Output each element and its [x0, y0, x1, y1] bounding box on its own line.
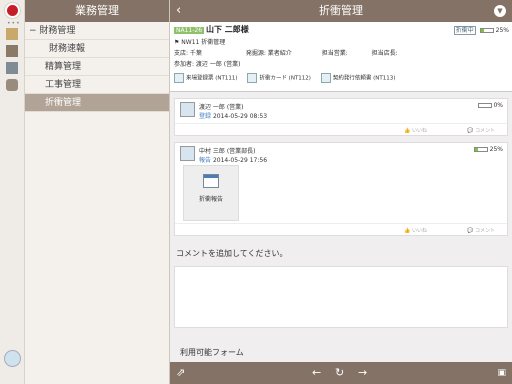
like-button[interactable]: 👍 いいね — [404, 227, 427, 234]
dots-icon: ••• — [7, 20, 21, 27]
post-author: 渡辺 一郎 (営業) — [199, 104, 244, 111]
post-progress: 25% — [473, 146, 503, 153]
post-card: 渡辺 一郎 (営業) 登録 2014-05-29 08:53 0% 👍 いいね … — [174, 98, 508, 136]
status-badge: 折衝中 25% — [453, 26, 509, 35]
sidebar-item-finance-report[interactable]: 財務速報 — [25, 40, 169, 58]
sidebar-item-finance[interactable]: − 財務管理 — [25, 22, 169, 40]
document-icon — [174, 73, 184, 83]
share-icon[interactable]: ⇗ — [176, 366, 185, 379]
comment-prompt: コメントを追加してください。 — [176, 249, 288, 258]
post-date: 2014-05-29 17:56 — [212, 157, 268, 164]
arrow-left-icon[interactable]: ← — [312, 366, 321, 379]
sidebar-item-negotiation[interactable]: 折衝管理 — [25, 94, 169, 112]
dashboard-icon[interactable] — [6, 45, 18, 57]
sidebar-item-construction[interactable]: 工事管理 — [25, 76, 169, 94]
avatar — [180, 146, 195, 161]
app-logo[interactable] — [5, 3, 20, 18]
post-card: 中村 三郎 (営業部長) 報告 2014-05-29 17:56 25% 折衝報… — [174, 142, 508, 236]
forms-title: 利用可能フォーム — [180, 348, 244, 357]
post-progress: 0% — [477, 102, 503, 109]
chart-icon[interactable] — [6, 62, 18, 74]
comment-button[interactable]: 💬 コメント — [467, 127, 495, 134]
record-code: NA11-26 — [174, 27, 205, 34]
post-date: 2014-05-29 08:53 — [212, 113, 268, 120]
comment-input[interactable] — [174, 266, 508, 328]
main-panel: ‹ 折衝管理 ▼ NA11-26 山下 二郎様 ⚑ NW11 折衝管理 支店: … — [170, 0, 512, 384]
refresh-icon[interactable]: ↻ — [335, 366, 344, 379]
document-icon — [247, 73, 258, 83]
avatar — [180, 102, 195, 117]
camera-icon[interactable]: ▣ — [497, 368, 506, 378]
sidebar: 業務管理 − 財務管理 財務速報 精算管理 工事管理 折衝管理 — [25, 0, 170, 384]
post-author: 中村 三郎 (営業部長) — [199, 148, 256, 155]
post-action[interactable]: 登録 — [199, 113, 211, 120]
database-icon[interactable] — [6, 79, 18, 91]
doc-button-card[interactable]: 折衝カード (NT112) — [247, 73, 311, 83]
page-title: 折衝管理 — [319, 4, 363, 17]
grid-icon[interactable] — [6, 28, 18, 40]
spreadsheet-icon — [203, 174, 219, 188]
user-avatar[interactable] — [4, 350, 21, 367]
top-bar: ‹ 折衝管理 ▼ — [170, 0, 512, 22]
bottom-toolbar: ⇗ ← ↻ → ▣ — [170, 362, 512, 384]
sidebar-item-settlement[interactable]: 精算管理 — [25, 58, 169, 76]
comment-button[interactable]: 💬 コメント — [467, 227, 495, 234]
customer-name: 山下 二郎様 — [205, 25, 249, 34]
icon-bar: ••• — [0, 0, 25, 384]
doc-button-registration[interactable]: 来場登録票 (NT111) — [174, 73, 238, 83]
chevron-down-icon[interactable]: ▼ — [494, 5, 506, 17]
document-icon — [320, 73, 331, 83]
record-fields: 支店: 千葉 発掘源: 業者紹介 担当営業: 担当店長: — [174, 50, 398, 57]
post-action[interactable]: 報告 — [199, 157, 211, 164]
arrow-right-icon[interactable]: → — [358, 366, 367, 379]
record-header: NA11-26 山下 二郎様 ⚑ NW11 折衝管理 支店: 千葉 発掘源: 業… — [170, 22, 512, 92]
doc-button-contract[interactable]: 契約発行依頼書 (NT113) — [320, 73, 395, 83]
back-icon[interactable]: ‹ — [176, 0, 181, 22]
participant: 参加者: 渡辺 一郎 (営業) — [174, 61, 241, 68]
attachment-report[interactable]: 折衝報告 — [183, 165, 239, 221]
record-type: ⚑ NW11 折衝管理 — [174, 39, 226, 46]
sidebar-title: 業務管理 — [25, 0, 169, 22]
like-button[interactable]: 👍 いいね — [404, 127, 427, 134]
